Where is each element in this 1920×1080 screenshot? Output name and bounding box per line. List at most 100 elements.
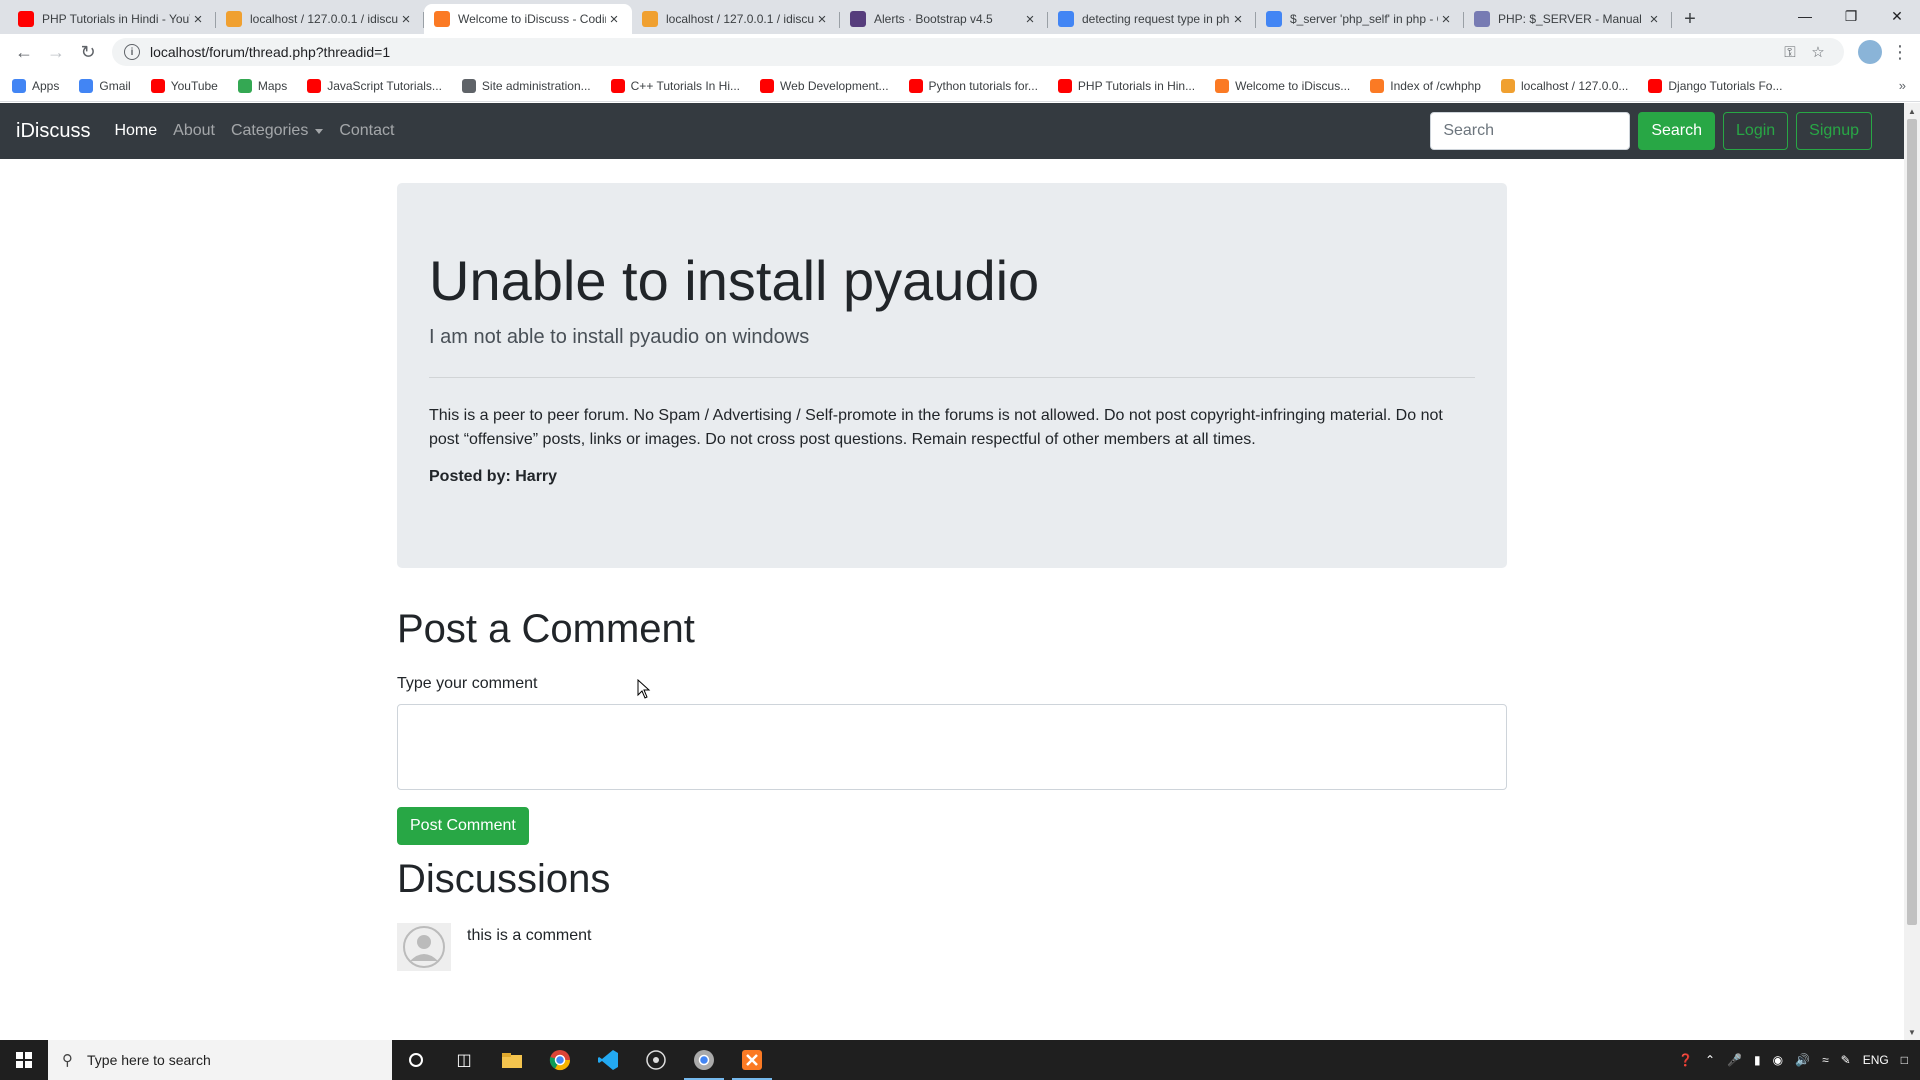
bookmark-item[interactable]: Django Tutorials Fo... <box>1648 78 1782 93</box>
bookmark-item[interactable]: PHP Tutorials in Hin... <box>1057 78 1195 93</box>
volume-icon[interactable]: 🔊 <box>1795 1053 1810 1067</box>
nav-categories-dropdown[interactable]: Categories <box>231 122 324 140</box>
back-icon[interactable]: ← <box>8 36 40 68</box>
chrome-icon[interactable] <box>536 1040 584 1080</box>
more-bookmarks-icon[interactable]: » <box>1899 78 1906 93</box>
xampp-icon <box>434 11 450 27</box>
browser-tab-title: PHP Tutorials in Hindi - YouTube <box>42 12 190 26</box>
close-tab-icon[interactable]: × <box>606 11 622 28</box>
page-scrollbar[interactable]: ▲ ▼ <box>1904 103 1920 1040</box>
url-text[interactable]: localhost/forum/thread.php?threadid=1 <box>150 44 1776 60</box>
browser-tab[interactable]: PHP Tutorials in Hindi - YouTube× <box>8 4 216 34</box>
bookmark-item[interactable]: Gmail <box>79 78 131 93</box>
key-icon[interactable]: ⚿ <box>1776 44 1804 61</box>
tray-expand-icon[interactable]: ⌃ <box>1705 1053 1715 1067</box>
restore-icon[interactable]: ❐ <box>1828 0 1874 32</box>
language-indicator[interactable]: ENG <box>1863 1053 1889 1067</box>
bookmark-label: Maps <box>257 78 288 93</box>
pen-icon[interactable]: ✎ <box>1841 1053 1851 1067</box>
site-info-icon[interactable]: i <box>124 44 140 60</box>
close-window-icon[interactable]: ✕ <box>1874 0 1920 32</box>
forward-icon[interactable]: → <box>40 36 72 68</box>
windows-start-icon[interactable] <box>0 1040 48 1080</box>
browser-tab[interactable]: PHP: $_SERVER - Manual × <box>1464 4 1672 34</box>
cortana-icon[interactable] <box>392 1040 440 1080</box>
browser-tab[interactable]: $_server 'php_self' in php - Google× <box>1256 4 1464 34</box>
search-button[interactable]: Search <box>1638 112 1716 150</box>
caret-down-icon <box>315 128 324 134</box>
file-explorer-icon[interactable] <box>488 1040 536 1080</box>
google-icon <box>79 78 94 93</box>
microphone-icon[interactable]: 🎤 <box>1727 1053 1742 1067</box>
browser-toolbar: ← → ↻ i localhost/forum/thread.php?threa… <box>0 34 1920 70</box>
browser-tab[interactable]: localhost / 127.0.0.1 / idiscuss × <box>632 4 840 34</box>
scroll-down-icon[interactable]: ▼ <box>1904 1024 1920 1040</box>
browser-tab-title: localhost / 127.0.0.1 / idiscuss <box>666 12 814 26</box>
close-tab-icon[interactable]: × <box>398 11 414 28</box>
bookmark-label: localhost / 127.0.0... <box>1520 78 1629 93</box>
browser-tab[interactable]: localhost / 127.0.0.1 / idiscuss × <box>216 4 424 34</box>
bookmark-item[interactable]: Apps <box>12 78 59 93</box>
xampp-icon <box>1215 78 1230 93</box>
bookmark-star-icon[interactable]: ☆ <box>1804 43 1832 61</box>
reload-icon[interactable]: ↻ <box>72 36 104 68</box>
new-tab-button[interactable]: + <box>1676 4 1704 34</box>
bookmark-item[interactable]: Web Development... <box>760 78 889 93</box>
taskbar-search-box[interactable]: ⚲ Type here to search <box>48 1040 392 1080</box>
scroll-thumb[interactable] <box>1907 119 1917 925</box>
close-tab-icon[interactable]: × <box>1022 11 1038 28</box>
system-tray: ❓ ⌃ 🎤 ▮ ◉ 🔊 ≈ ✎ ENG □ <box>1672 1040 1920 1080</box>
scroll-up-icon[interactable]: ▲ <box>1904 103 1920 119</box>
browser-menu-icon[interactable]: ⋮ <box>1888 42 1912 63</box>
bookmark-item[interactable]: Site administration... <box>461 78 591 93</box>
bookmark-item[interactable]: YouTube <box>150 78 218 93</box>
navbar-brand[interactable]: iDiscuss <box>16 120 90 143</box>
task-view-icon[interactable]: ◫ <box>440 1040 488 1080</box>
close-tab-icon[interactable]: × <box>1230 11 1246 28</box>
address-bar[interactable]: i localhost/forum/thread.php?threadid=1 … <box>112 38 1844 66</box>
bookmark-item[interactable]: JavaScript Tutorials... <box>307 78 442 93</box>
nav-about[interactable]: About <box>173 122 215 140</box>
thread-description: I am not able to install pyaudio on wind… <box>429 326 810 349</box>
login-button[interactable]: Login <box>1723 112 1789 150</box>
obs-icon[interactable] <box>632 1040 680 1080</box>
browser-tab-title: Welcome to iDiscuss - Coding Forums <box>458 12 606 26</box>
close-tab-icon[interactable]: × <box>1646 11 1662 28</box>
battery-icon[interactable]: ▮ <box>1754 1053 1761 1067</box>
vscode-icon[interactable] <box>584 1040 632 1080</box>
notifications-icon[interactable]: □ <box>1901 1053 1908 1067</box>
taskbar-search-placeholder: Type here to search <box>87 1052 211 1068</box>
close-tab-icon[interactable]: × <box>814 11 830 28</box>
bookmark-item[interactable]: Python tutorials for... <box>908 78 1038 93</box>
profile-avatar[interactable] <box>1858 40 1882 64</box>
bookmark-item[interactable]: Index of /cwhphp <box>1370 78 1481 93</box>
wifi-icon[interactable]: ≈ <box>1822 1053 1829 1067</box>
phpmyadmin-icon <box>1500 78 1515 93</box>
post-comment-button[interactable]: Post Comment <box>397 807 529 845</box>
bookmark-item[interactable]: Welcome to iDiscus... <box>1215 78 1351 93</box>
close-tab-icon[interactable]: × <box>190 11 206 28</box>
network-icon[interactable]: ◉ <box>1773 1053 1783 1067</box>
google-icon <box>1058 11 1074 27</box>
browser-tab[interactable]: Alerts · Bootstrap v4.5 × <box>840 4 1048 34</box>
thread-title: Unable to install pyaudio <box>429 249 1040 312</box>
signup-button[interactable]: Signup <box>1796 112 1872 150</box>
nav-contact[interactable]: Contact <box>339 122 394 140</box>
bookmark-item[interactable]: Maps <box>237 78 288 93</box>
bookmark-item[interactable]: C++ Tutorials In Hi... <box>610 78 740 93</box>
browser-tab[interactable]: detecting request type in php × <box>1048 4 1256 34</box>
chrome-active-icon[interactable] <box>680 1040 728 1080</box>
bookmark-item[interactable]: localhost / 127.0.0... <box>1500 78 1629 93</box>
xampp-icon[interactable] <box>728 1040 776 1080</box>
browser-tab[interactable]: Welcome to iDiscuss - Coding Forums× <box>424 4 632 34</box>
xampp-icon <box>1370 78 1385 93</box>
comment-textarea[interactable] <box>397 704 1507 790</box>
bookmark-label: Welcome to iDiscus... <box>1235 78 1351 93</box>
search-input[interactable] <box>1430 112 1631 150</box>
help-icon[interactable]: ❓ <box>1678 1053 1693 1067</box>
minimize-icon[interactable]: — <box>1782 0 1828 32</box>
bookmark-label: Gmail <box>99 78 131 93</box>
close-tab-icon[interactable]: × <box>1438 11 1454 28</box>
nav-home[interactable]: Home <box>114 122 157 140</box>
navbar-actions: Search Login Signup <box>1430 112 1872 150</box>
